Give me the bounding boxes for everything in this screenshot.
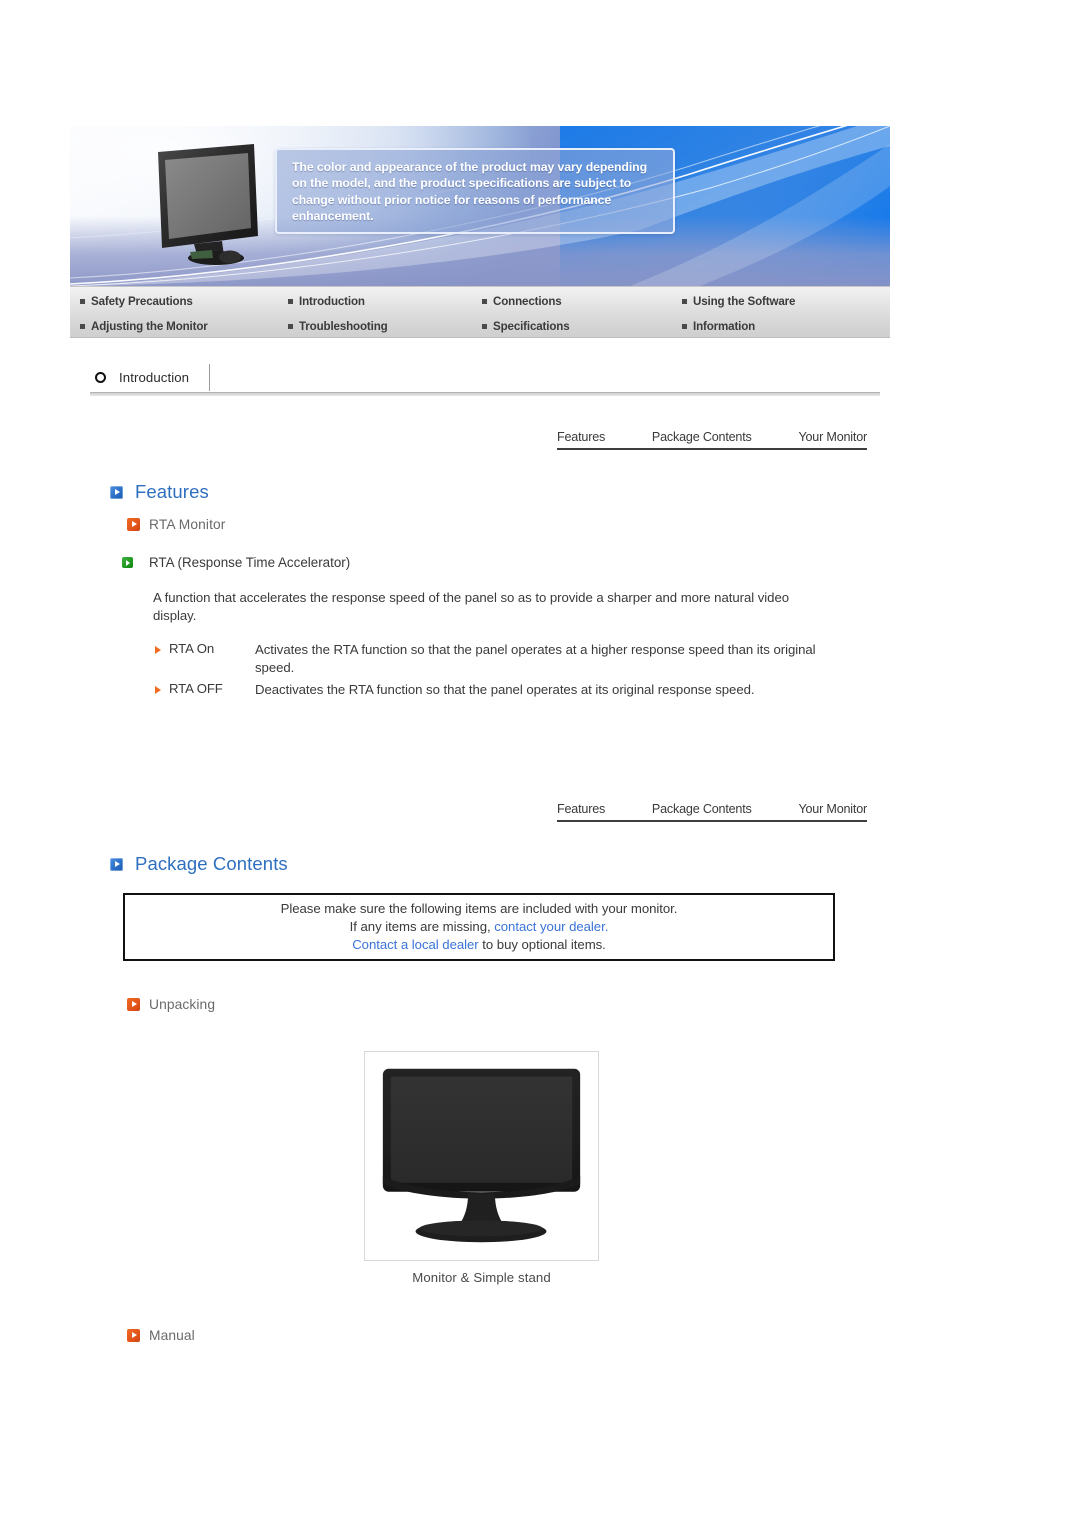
rta-bullet-on: RTA On Activates the RTA function so tha… (155, 641, 835, 677)
subtab-bar-features: Features Package Contents Your Monitor (557, 422, 867, 452)
nav-item-connections[interactable]: Connections (482, 288, 562, 314)
notice-line-3-suffix: to buy optional items. (478, 937, 606, 952)
section-header: Introduction (90, 364, 880, 396)
orange-arrow-icon (127, 1329, 140, 1342)
bullet-square-icon (80, 323, 85, 329)
bullet-square-icon (682, 298, 687, 304)
subtab-bar-package-contents: Features Package Contents Your Monitor (557, 794, 867, 824)
contact-your-dealer-link[interactable]: contact your dealer (494, 919, 605, 934)
heading-features-label: Features (135, 481, 209, 502)
subtab-package-contents[interactable]: Package Contents (652, 430, 752, 444)
product-disclaimer-callout: The color and appearance of the product … (275, 148, 675, 234)
monitor-simple-stand-image (382, 1068, 581, 1243)
nav-item-label: Adjusting the Monitor (91, 319, 208, 333)
rta-off-description: Deactivates the RTA function so that the… (255, 681, 755, 697)
subheading-unpacking: Unpacking (127, 997, 215, 1012)
subtab-package-contents[interactable]: Package Contents (652, 802, 752, 816)
green-arrow-icon (122, 557, 133, 568)
subheading-unpacking-label: Unpacking (149, 997, 216, 1012)
rta-bullet-off: RTA OFF Deactivates the RTA function so … (155, 681, 835, 699)
nav-item-label: Safety Precautions (91, 294, 193, 308)
main-nav-menu: Safety Precautions Introduction Connecti… (70, 286, 890, 338)
notice-line-2: If any items are missing, contact your d… (350, 918, 609, 936)
nav-item-label: Troubleshooting (299, 319, 388, 333)
bullet-square-icon (80, 298, 85, 304)
subtab-underline (557, 448, 867, 450)
item-rta-definition-label: RTA (Response Time Accelerator) (149, 555, 351, 570)
monitor-hero-icon (158, 144, 258, 265)
bullet-square-icon (682, 323, 687, 329)
section-header-rule (90, 392, 880, 396)
product-disclaimer-text: The color and appearance of the product … (292, 160, 647, 223)
nav-row-2: Adjusting the Monitor Troubleshooting Sp… (70, 313, 890, 338)
nav-item-label: Connections (493, 294, 562, 308)
subheading-rta-monitor-label: RTA Monitor (149, 517, 226, 532)
subtab-features[interactable]: Features (557, 430, 605, 444)
nav-row-1: Safety Precautions Introduction Connecti… (70, 288, 890, 314)
bullet-square-icon (288, 323, 293, 329)
nav-item-using-the-software[interactable]: Using the Software (682, 288, 795, 314)
subheading-manual-label: Manual (149, 1328, 195, 1343)
product-image-caption: Monitor & Simple stand (412, 1270, 551, 1285)
blue-arrow-icon (110, 485, 123, 499)
rta-on-term: RTA On (169, 641, 215, 656)
heading-package-contents-label: Package Contents (135, 853, 288, 874)
bullet-square-icon (482, 298, 487, 304)
orange-triangle-icon (155, 646, 161, 654)
heading-features: Features (110, 481, 209, 503)
blue-arrow-icon (110, 857, 123, 871)
nav-item-troubleshooting[interactable]: Troubleshooting (288, 313, 388, 338)
subtab-features[interactable]: Features (557, 802, 605, 816)
notice-line-3: Contact a local dealer to buy optional i… (352, 936, 606, 954)
nav-item-safety-precautions[interactable]: Safety Precautions (80, 288, 193, 314)
package-notice-box: Please make sure the following items are… (123, 893, 835, 961)
nav-item-information[interactable]: Information (682, 313, 755, 338)
subtab-row: Features Package Contents Your Monitor (557, 422, 867, 444)
document-page: The color and appearance of the product … (0, 0, 1080, 1527)
nav-item-label: Specifications (493, 319, 570, 333)
page-banner: The color and appearance of the product … (70, 126, 890, 338)
subheading-rta-monitor: RTA Monitor (127, 517, 226, 532)
orange-arrow-icon (127, 998, 140, 1011)
subtab-your-monitor[interactable]: Your Monitor (798, 430, 867, 444)
ring-icon (95, 372, 106, 383)
nav-item-label: Using the Software (693, 294, 796, 308)
item-rta-definition: RTA (Response Time Accelerator) (122, 555, 350, 570)
subtab-row: Features Package Contents Your Monitor (557, 794, 867, 816)
subtab-underline (557, 820, 867, 822)
notice-line-2-suffix: . (604, 919, 609, 934)
nav-item-introduction[interactable]: Introduction (288, 288, 365, 314)
banner-artwork: The color and appearance of the product … (70, 126, 890, 286)
rta-bullet-list: RTA On Activates the RTA function so tha… (155, 641, 835, 702)
subheading-manual: Manual (127, 1328, 195, 1343)
nav-item-specifications[interactable]: Specifications (482, 313, 570, 338)
notice-line-2-prefix: If any items are missing, (349, 919, 495, 934)
bullet-square-icon (482, 323, 487, 329)
subtab-your-monitor[interactable]: Your Monitor (798, 802, 867, 816)
nav-item-label: Introduction (299, 294, 365, 308)
rta-off-term: RTA OFF (169, 680, 223, 696)
nav-item-adjusting-the-monitor[interactable]: Adjusting the Monitor (80, 313, 208, 338)
heading-package-contents: Package Contents (110, 853, 288, 875)
rta-on-description: Activates the RTA function so that the p… (255, 642, 816, 675)
nav-item-label: Information (693, 319, 756, 333)
section-header-inner: Introduction (90, 364, 211, 391)
contact-local-dealer-link[interactable]: Contact a local dealer (352, 937, 479, 952)
page-title: Introduction (119, 370, 190, 385)
features-paragraph: A function that accelerates the response… (153, 590, 790, 623)
orange-arrow-icon (127, 518, 140, 531)
orange-triangle-icon (155, 685, 161, 694)
bullet-square-icon (288, 298, 293, 304)
product-image-box (364, 1051, 599, 1261)
notice-line-1: Please make sure the following items are… (280, 901, 678, 916)
